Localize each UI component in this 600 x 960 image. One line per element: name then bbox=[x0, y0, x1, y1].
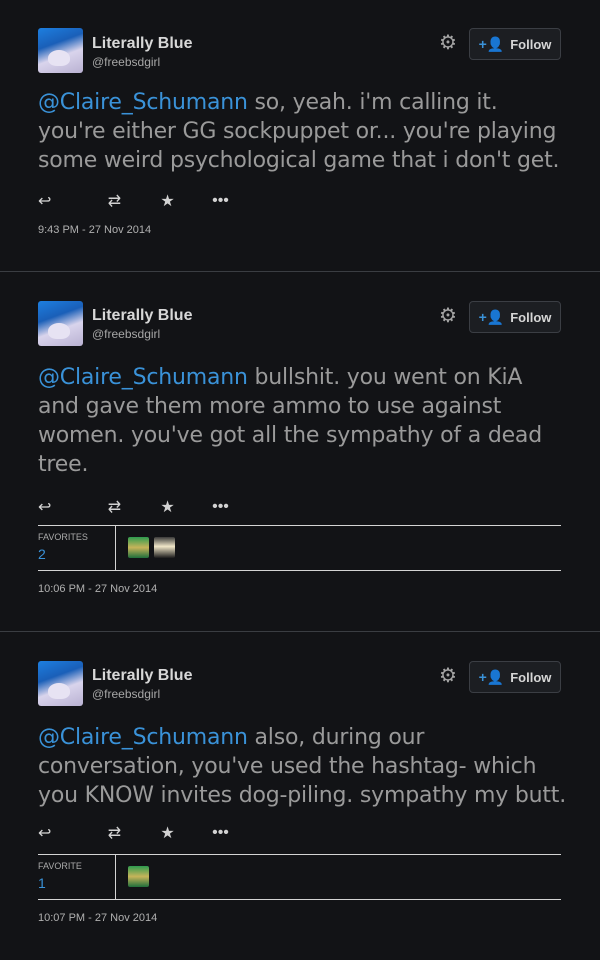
follow-label: Follow bbox=[510, 36, 552, 52]
mention-link[interactable]: @Claire_Schumann bbox=[38, 365, 248, 390]
timestamp[interactable]: 9:43 PM - 27 Nov 2014 bbox=[38, 224, 151, 236]
reply-icon[interactable]: ↩ bbox=[38, 823, 88, 843]
timestamp[interactable]: 10:06 PM - 27 Nov 2014 bbox=[38, 583, 157, 595]
add-person-icon: +👤 bbox=[478, 308, 505, 325]
follow-button[interactable]: +👤 Follow bbox=[469, 661, 561, 693]
tweet-2: Literally Blue @freebsdgirl ⚙ +👤 Follow … bbox=[0, 272, 600, 631]
author-handle[interactable]: @freebsdgirl bbox=[92, 55, 160, 69]
author-name[interactable]: Literally Blue bbox=[92, 307, 192, 325]
star-icon[interactable]: ★ bbox=[141, 823, 194, 843]
favorites-count[interactable]: 2 bbox=[38, 546, 46, 562]
retweet-icon[interactable]: ⇄ bbox=[88, 823, 141, 843]
favorites-stats: FAVORITE 1 bbox=[38, 854, 561, 900]
star-icon[interactable]: ★ bbox=[141, 191, 194, 211]
more-icon[interactable]: ••• bbox=[194, 824, 247, 842]
stats-divider bbox=[115, 526, 116, 570]
reply-icon[interactable]: ↩ bbox=[38, 191, 88, 211]
tweet-actions: ↩ ⇄ ★ ••• bbox=[38, 191, 247, 211]
follow-button[interactable]: +👤 Follow bbox=[469, 28, 561, 60]
add-person-icon: +👤 bbox=[478, 35, 505, 52]
tweet-1: Literally Blue @freebsdgirl ⚙ +👤 Follow … bbox=[0, 0, 600, 271]
tweet-actions: ↩ ⇄ ★ ••• bbox=[38, 823, 247, 843]
star-icon[interactable]: ★ bbox=[141, 497, 194, 517]
follow-button[interactable]: +👤 Follow bbox=[469, 301, 561, 333]
more-icon[interactable]: ••• bbox=[194, 192, 247, 210]
author-handle[interactable]: @freebsdgirl bbox=[92, 687, 160, 701]
favoriter-avatar[interactable] bbox=[128, 537, 149, 558]
retweet-icon[interactable]: ⇄ bbox=[88, 497, 141, 517]
timestamp[interactable]: 10:07 PM - 27 Nov 2014 bbox=[38, 912, 157, 924]
more-icon[interactable]: ••• bbox=[194, 498, 247, 516]
favorites-count[interactable]: 1 bbox=[38, 875, 46, 891]
favorites-label: FAVORITE bbox=[38, 861, 82, 871]
add-person-icon: +👤 bbox=[478, 668, 505, 685]
favoriter-avatar[interactable] bbox=[154, 537, 175, 558]
favorites-label: FAVORITES bbox=[38, 532, 88, 542]
tweet-3: Literally Blue @freebsdgirl ⚙ +👤 Follow … bbox=[0, 632, 600, 960]
follow-label: Follow bbox=[510, 309, 552, 325]
tweet-text: @Claire_Schumann so, yeah. i'm calling i… bbox=[38, 88, 568, 175]
gear-icon[interactable]: ⚙ bbox=[438, 306, 458, 326]
author-name[interactable]: Literally Blue bbox=[92, 667, 192, 685]
gear-icon[interactable]: ⚙ bbox=[438, 33, 458, 53]
reply-icon[interactable]: ↩ bbox=[38, 497, 88, 517]
retweet-icon[interactable]: ⇄ bbox=[88, 191, 141, 211]
favoriter-avatar[interactable] bbox=[128, 866, 149, 887]
follow-label: Follow bbox=[510, 669, 552, 685]
avatar[interactable] bbox=[38, 661, 83, 706]
avatar[interactable] bbox=[38, 28, 83, 73]
stats-divider bbox=[115, 855, 116, 899]
tweet-actions: ↩ ⇄ ★ ••• bbox=[38, 497, 247, 517]
favorites-stats: FAVORITES 2 bbox=[38, 525, 561, 571]
author-handle[interactable]: @freebsdgirl bbox=[92, 327, 160, 341]
avatar[interactable] bbox=[38, 301, 83, 346]
author-name[interactable]: Literally Blue bbox=[92, 35, 192, 53]
mention-link[interactable]: @Claire_Schumann bbox=[38, 725, 248, 750]
tweet-text: @Claire_Schumann also, during our conver… bbox=[38, 723, 568, 810]
tweet-text: @Claire_Schumann bullshit. you went on K… bbox=[38, 363, 568, 479]
mention-link[interactable]: @Claire_Schumann bbox=[38, 90, 248, 115]
gear-icon[interactable]: ⚙ bbox=[438, 666, 458, 686]
